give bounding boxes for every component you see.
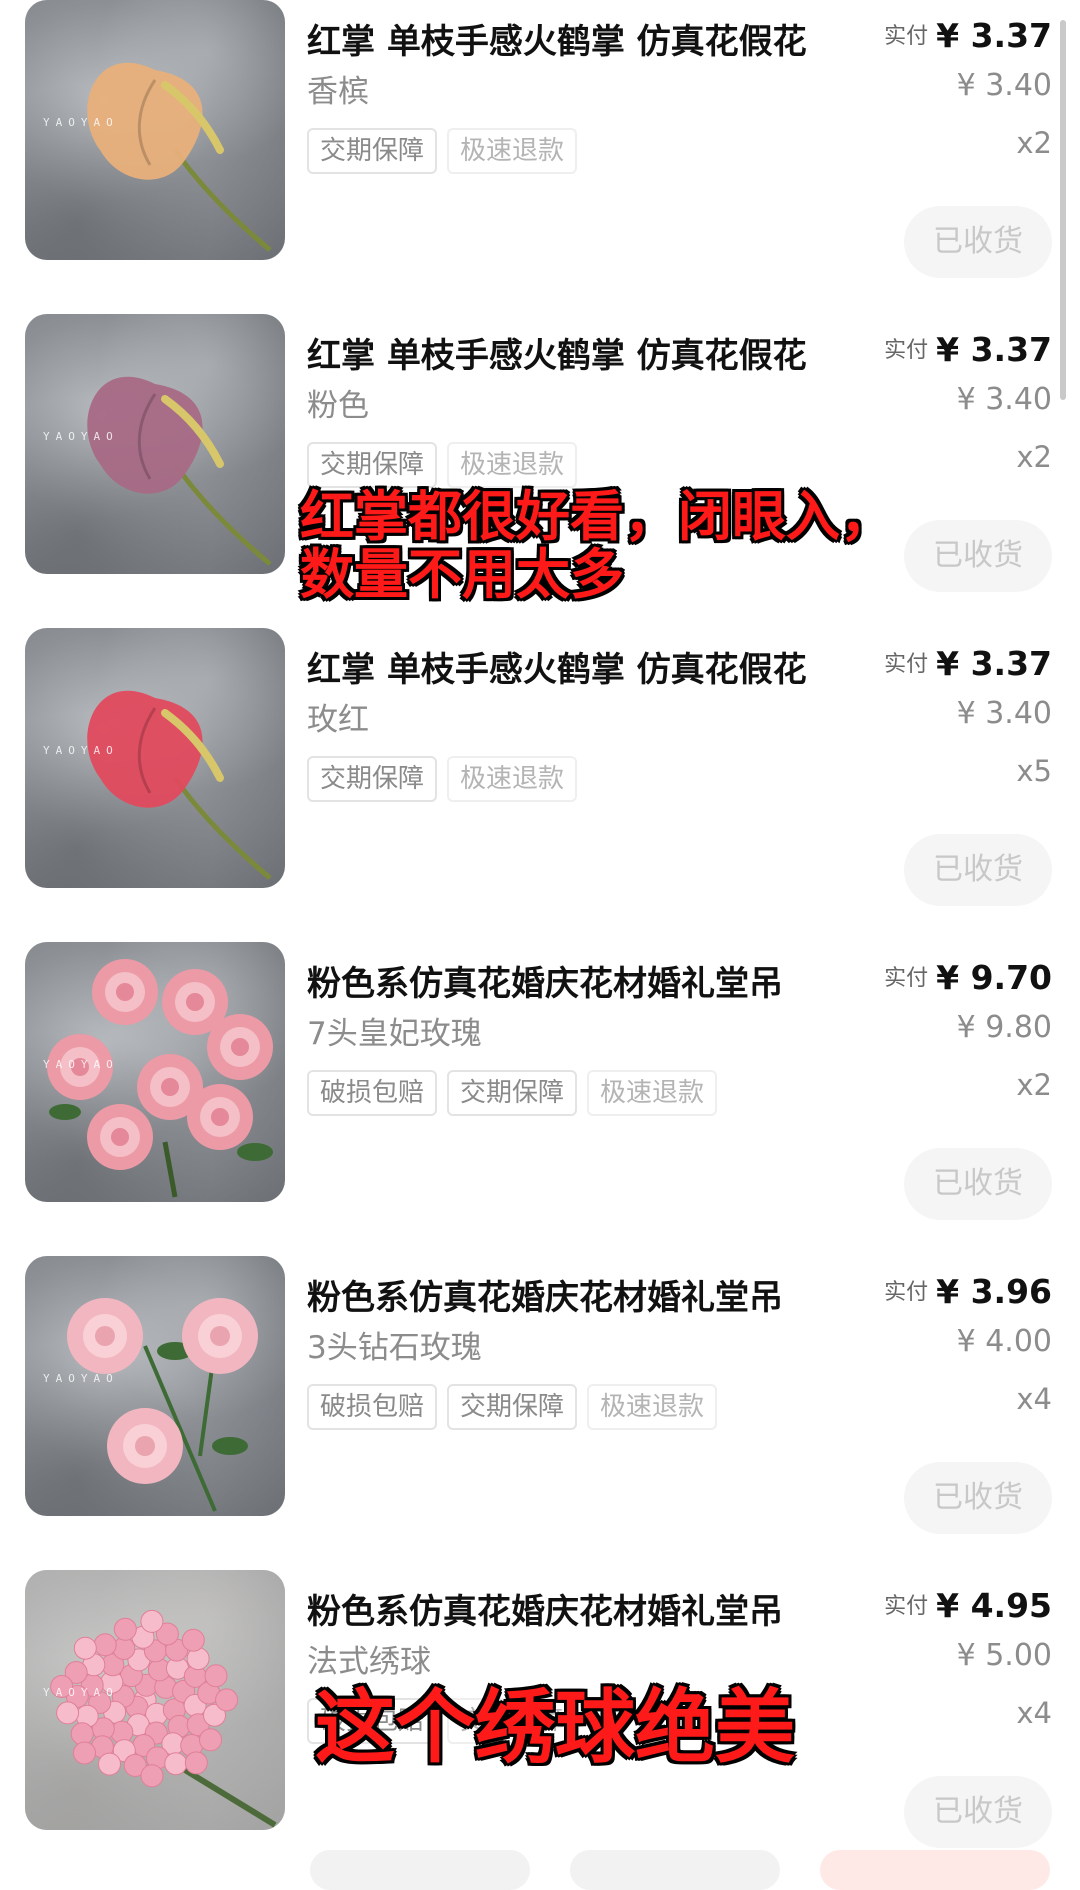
paid-amount: ¥ 3.37 (936, 16, 1052, 55)
product-variant: 玫红 (307, 702, 369, 738)
thumbnail-watermark: YAOYAO (43, 1372, 119, 1385)
quantity: x5 (1016, 754, 1052, 788)
paid-price: 实付 ¥ 3.37 (884, 644, 1052, 683)
product-title[interactable]: 粉色系仿真花婚庆花材婚礼堂吊 (307, 1270, 867, 1319)
service-tags: 交期保障 极速退款 (307, 128, 578, 174)
bottom-action-button-2[interactable] (570, 1850, 780, 1890)
received-button[interactable]: 已收货 (904, 206, 1052, 278)
bottom-action-bar (0, 1840, 1080, 1890)
quantity: x2 (1016, 1068, 1052, 1102)
quantity: x4 (1016, 1696, 1052, 1730)
service-tag: 交期保障 (307, 128, 438, 174)
service-tag: 极速退款 (447, 128, 578, 174)
service-tag: 交期保障 (307, 756, 438, 802)
received-button[interactable]: 已收货 (904, 834, 1052, 906)
bottom-action-button-3[interactable] (820, 1850, 1050, 1890)
product-title[interactable]: 红掌 单枝手感火鹤掌 仿真花假花 (307, 328, 867, 377)
original-price: ¥ 3.40 (956, 382, 1052, 417)
bottom-action-button-1[interactable] (310, 1850, 530, 1890)
thumbnail-watermark: YAOYAO (43, 116, 119, 129)
product-variant: 粉色 (307, 388, 369, 424)
flower-illustration (47, 959, 273, 1198)
paid-amount: ¥ 9.70 (936, 958, 1052, 997)
flower-illustration (87, 62, 272, 252)
quantity: x2 (1016, 126, 1052, 160)
thumbnail-watermark: YAOYAO (43, 1058, 119, 1071)
quantity: x4 (1016, 1382, 1052, 1416)
original-price: ¥ 4.00 (956, 1324, 1052, 1359)
service-tag: 极速退款 (587, 1070, 718, 1116)
original-price: ¥ 5.00 (956, 1638, 1052, 1673)
annotation-text-hydrangea: 这个绣球绝美 (315, 1681, 795, 1774)
paid-label: 实付 (884, 966, 929, 991)
service-tag: 破损包赔 (307, 1384, 438, 1430)
flower-illustration (25, 1570, 285, 1830)
product-thumbnail[interactable]: YAOYAO (25, 314, 285, 574)
service-tag: 破损包赔 (307, 1070, 438, 1116)
service-tag: 极速退款 (447, 442, 578, 488)
paid-amount: ¥ 3.96 (936, 1272, 1052, 1311)
paid-amount: ¥ 3.37 (936, 330, 1052, 369)
product-thumbnail[interactable]: YAOYAO (25, 1256, 285, 1516)
annotation-text-anthurium: 红掌都很好看，闭眼入， 数量不用太多 (300, 485, 894, 607)
thumbnail-watermark: YAOYAO (43, 430, 119, 443)
paid-label: 实付 (884, 652, 929, 677)
product-title[interactable]: 红掌 单枝手感火鹤掌 仿真花假花 (307, 642, 867, 691)
paid-label: 实付 (884, 1594, 929, 1619)
order-item[interactable]: YAOYAO 粉色系仿真花婚庆花材婚礼堂吊 3头钻石玫瑰 实付 ¥ 3.96 ¥ 4.00… (0, 1256, 1080, 1546)
service-tag: 交期保障 (447, 1384, 578, 1430)
thumbnail-watermark: YAOYAO (43, 744, 119, 757)
product-title[interactable]: 粉色系仿真花婚庆花材婚礼堂吊 (307, 1584, 867, 1633)
paid-price: 实付 ¥ 3.37 (884, 16, 1052, 55)
order-item[interactable]: YAOYAO 红掌 单枝手感火鹤掌 仿真花假花香槟 实付 ¥ 3.37 ¥ 3.40 x2… (0, 0, 1080, 290)
scrollbar[interactable] (1060, 20, 1066, 400)
service-tag: 极速退款 (447, 756, 578, 802)
received-button[interactable]: 已收货 (904, 1462, 1052, 1534)
original-price: ¥ 9.80 (956, 1010, 1052, 1045)
received-button[interactable]: 已收货 (904, 1148, 1052, 1220)
paid-label: 实付 (884, 338, 929, 363)
quantity: x2 (1016, 440, 1052, 474)
service-tags: 交期保障 极速退款 (307, 442, 578, 488)
service-tag: 交期保障 (447, 1070, 578, 1116)
product-thumbnail[interactable]: YAOYAO (25, 628, 285, 888)
product-title[interactable]: 红掌 单枝手感火鹤掌 仿真花假花 (307, 14, 867, 63)
paid-price: 实付 ¥ 3.37 (884, 330, 1052, 369)
thumbnail-watermark: YAOYAO (43, 1686, 119, 1699)
paid-price: 实付 ¥ 9.70 (884, 958, 1052, 997)
received-button[interactable]: 已收货 (904, 1776, 1052, 1848)
product-variant: 法式绣球 (307, 1644, 431, 1680)
annotation-line-2: 数量不用太多 (300, 543, 624, 607)
paid-label: 实付 (884, 24, 929, 49)
product-thumbnail[interactable]: YAOYAO (25, 1570, 285, 1830)
flower-illustration (67, 1298, 258, 1512)
paid-price: 实付 ¥ 4.95 (884, 1586, 1052, 1625)
product-thumbnail[interactable]: YAOYAO (25, 0, 285, 260)
flower-illustration (87, 376, 272, 566)
original-price: ¥ 3.40 (956, 696, 1052, 731)
received-button[interactable]: 已收货 (904, 520, 1052, 592)
product-thumbnail[interactable]: YAOYAO (25, 942, 285, 1202)
paid-amount: ¥ 4.95 (936, 1586, 1052, 1625)
service-tags: 破损包赔 交期保障 极速退款 (307, 1070, 718, 1116)
service-tags: 破损包赔 交期保障 极速退款 (307, 1384, 718, 1430)
product-variant: 香槟 (307, 74, 369, 110)
original-price: ¥ 3.40 (956, 68, 1052, 103)
service-tags: 交期保障 极速退款 (307, 756, 578, 802)
order-item[interactable]: YAOYAO 红掌 单枝手感火鹤掌 仿真花假花玫红 实付 ¥ 3.37 ¥ 3.40 x5… (0, 628, 1080, 918)
order-item[interactable]: YAOYAO 粉色系仿真花婚庆花材婚礼堂吊 7头皇妃玫瑰 实付 ¥ 9.70 ¥ 9.80… (0, 942, 1080, 1232)
product-title[interactable]: 粉色系仿真花婚庆花材婚礼堂吊 (307, 956, 867, 1005)
product-variant: 7头皇妃玫瑰 (307, 1016, 482, 1052)
annotation-line-1: 红掌都很好看，闭眼入， (300, 485, 894, 548)
paid-price: 实付 ¥ 3.96 (884, 1272, 1052, 1311)
paid-amount: ¥ 3.37 (936, 644, 1052, 683)
service-tag: 极速退款 (587, 1384, 718, 1430)
flower-illustration (87, 690, 272, 880)
product-variant: 3头钻石玫瑰 (307, 1330, 482, 1366)
service-tag: 交期保障 (307, 442, 438, 488)
paid-label: 实付 (884, 1280, 929, 1305)
